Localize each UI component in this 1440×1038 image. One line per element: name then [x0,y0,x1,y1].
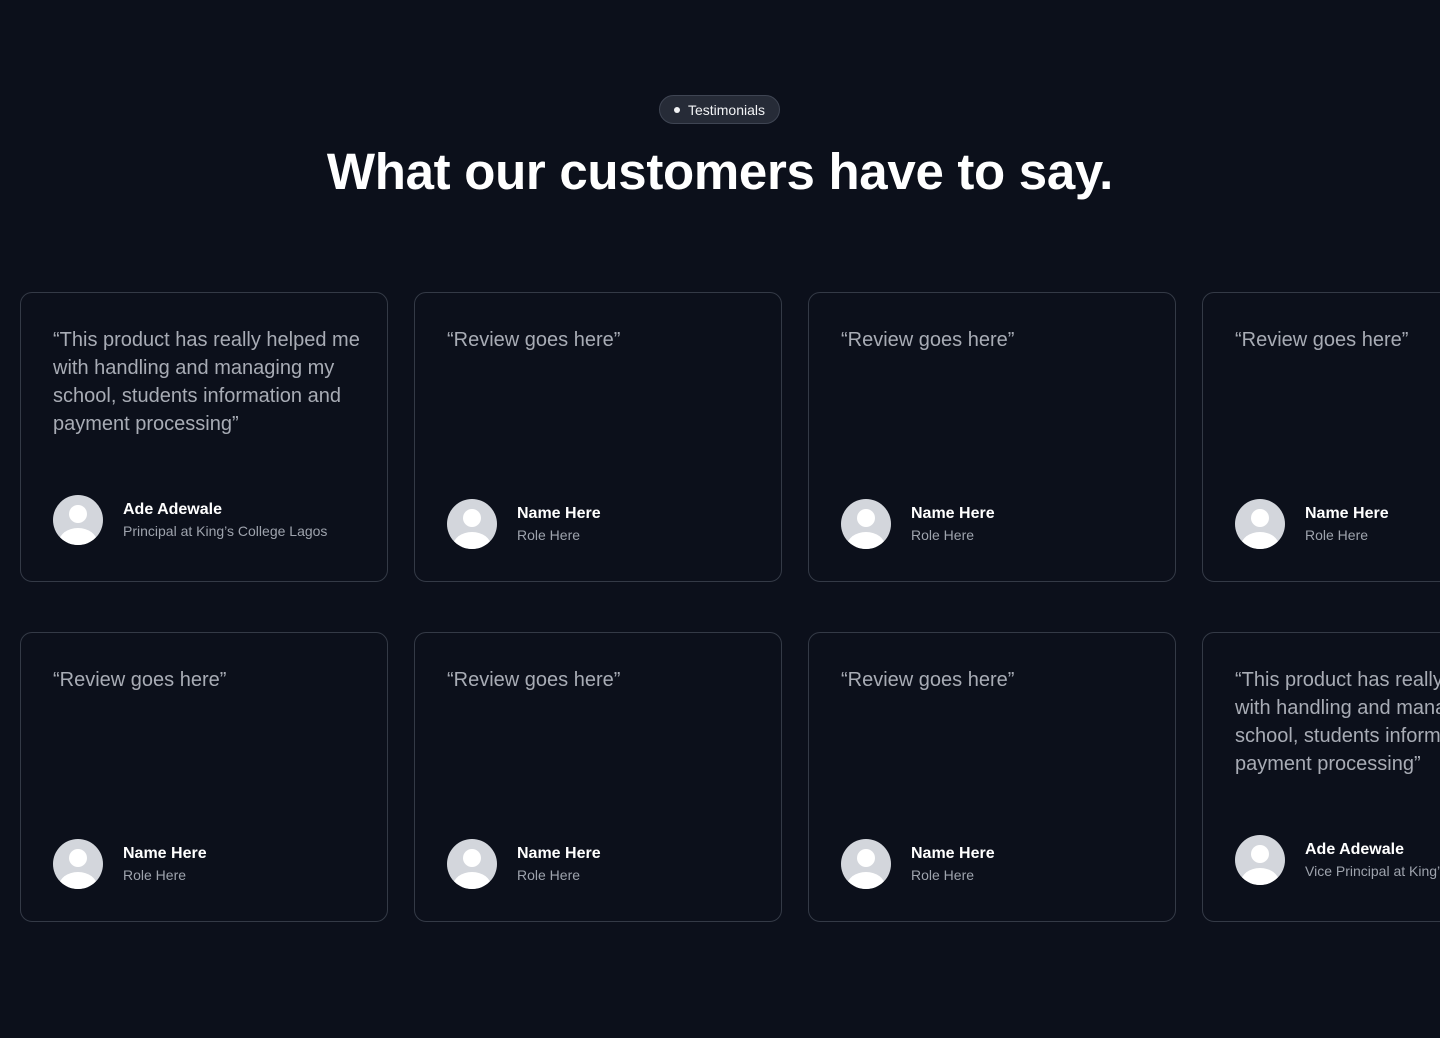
testimonial-card: “This product has really helped me with … [20,292,388,582]
testimonial-card: “Review goes here” Name Here Role Here [414,292,782,582]
testimonial-card: “Review goes here” Name Here Role Here [414,632,782,922]
author-name: Name Here [911,845,995,862]
testimonial-card: “Review goes here” Name Here Role Here [808,292,1176,582]
testimonial-author: Name Here Role Here [1235,499,1440,549]
testimonial-card: “Review goes here” Name Here Role Here [1202,292,1440,582]
testimonial-author: Name Here Role Here [447,499,767,549]
author-role: Vice Principal at King’s College Lagos [1305,863,1440,879]
author-role: Role Here [517,867,581,883]
avatar [53,495,103,545]
testimonial-author: Name Here Role Here [53,839,373,889]
testimonial-card: “Review goes here” Name Here Role Here [20,632,388,922]
testimonial-quote: “This product has really helped me with … [1235,669,1440,775]
author-name: Name Here [911,505,995,522]
testimonial-quote: “Review goes here” [1235,329,1409,351]
avatar [841,499,891,549]
testimonials-carousel[interactable]: “This product has really helped me with … [0,0,1440,1038]
testimonial-author: Name Here Role Here [447,839,767,889]
author-name: Name Here [517,505,601,522]
testimonial-author: Name Here Role Here [841,839,1161,889]
author-name: Ade Adewale [1305,841,1404,858]
avatar [1235,835,1285,885]
avatar [53,839,103,889]
author-role: Role Here [911,527,975,543]
author-name: Ade Adewale [123,501,222,518]
author-name: Name Here [123,845,207,862]
testimonial-author: Ade Adewale Principal at King’s College … [53,495,373,545]
author-role: Role Here [123,867,187,883]
testimonial-quote: “Review goes here” [841,669,1015,691]
testimonial-quote: “This product has really helped me with … [53,329,360,435]
avatar [1235,499,1285,549]
testimonial-quote: “Review goes here” [447,669,621,691]
avatar [447,499,497,549]
testimonial-author: Ade Adewale Vice Principal at King’s Col… [1235,835,1440,885]
author-role: Role Here [911,867,975,883]
testimonial-quote: “Review goes here” [841,329,1015,351]
testimonial-card: “Review goes here” Name Here Role Here [808,632,1176,922]
testimonial-author: Name Here Role Here [841,499,1161,549]
testimonial-quote: “Review goes here” [447,329,621,351]
author-name: Name Here [1305,505,1389,522]
author-name: Name Here [517,845,601,862]
testimonial-card: “This product has really helped me with … [1202,632,1440,922]
author-role: Role Here [1305,527,1369,543]
author-role: Principal at King’s College Lagos [123,523,328,539]
avatar [841,839,891,889]
testimonial-quote: “Review goes here” [53,669,227,691]
author-role: Role Here [517,527,581,543]
avatar [447,839,497,889]
